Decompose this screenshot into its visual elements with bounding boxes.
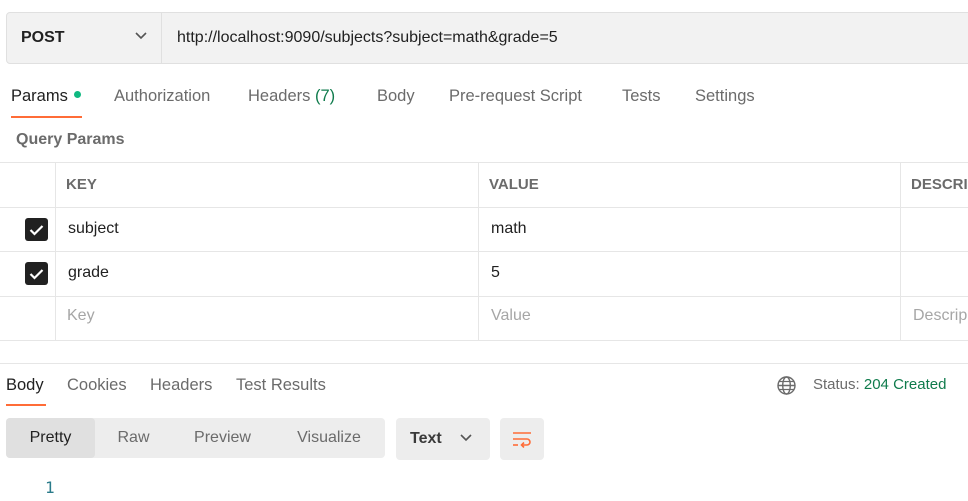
wrap-lines-icon bbox=[513, 432, 531, 448]
format-select[interactable]: Text bbox=[396, 418, 490, 460]
tab-settings[interactable]: Settings bbox=[695, 87, 755, 106]
param-key[interactable]: grade bbox=[68, 264, 109, 282]
new-description-input[interactable]: Descrip bbox=[913, 307, 967, 325]
line-number: 1 bbox=[45, 478, 55, 497]
table-border bbox=[0, 162, 968, 163]
table-border bbox=[478, 162, 479, 340]
check-icon bbox=[29, 224, 44, 236]
table-border bbox=[55, 162, 56, 340]
view-preview-button[interactable]: Preview bbox=[172, 418, 273, 458]
view-pretty-button[interactable]: Pretty bbox=[6, 418, 95, 458]
param-value[interactable]: 5 bbox=[491, 264, 500, 282]
response-tab-test-results[interactable]: Test Results bbox=[236, 376, 326, 395]
request-bar: POST http://localhost:9090/subjects?subj… bbox=[6, 12, 968, 64]
method-label: POST bbox=[21, 29, 65, 46]
tab-prerequest-script[interactable]: Pre-request Script bbox=[449, 87, 582, 106]
table-border bbox=[900, 162, 901, 340]
column-header-value: VALUE bbox=[489, 176, 539, 193]
format-label: Text bbox=[410, 430, 442, 447]
tab-params[interactable]: Params bbox=[11, 87, 81, 106]
column-header-key: KEY bbox=[66, 176, 97, 193]
view-visualize-button[interactable]: Visualize bbox=[273, 418, 385, 458]
new-value-input[interactable]: Value bbox=[491, 307, 531, 325]
chevron-down-icon bbox=[460, 434, 472, 442]
new-key-input[interactable]: Key bbox=[67, 307, 95, 325]
table-border bbox=[0, 251, 968, 252]
wrap-lines-button[interactable] bbox=[500, 418, 544, 460]
table-border bbox=[0, 207, 968, 208]
response-tab-underline bbox=[6, 404, 46, 406]
method-select[interactable]: POST bbox=[7, 13, 162, 63]
table-border bbox=[0, 296, 968, 297]
check-icon bbox=[29, 268, 44, 280]
column-header-description: DESCRI bbox=[911, 176, 968, 193]
params-indicator-dot bbox=[73, 91, 81, 99]
tab-headers-label: Headers bbox=[248, 87, 311, 105]
param-value[interactable]: math bbox=[491, 220, 527, 238]
view-mode-control: Pretty Raw Preview Visualize bbox=[6, 418, 385, 458]
tab-tests[interactable]: Tests bbox=[622, 87, 661, 106]
tab-params-label: Params bbox=[11, 87, 68, 105]
query-params-title: Query Params bbox=[16, 131, 125, 148]
chevron-down-icon bbox=[135, 32, 147, 40]
tab-active-underline bbox=[11, 116, 82, 118]
status-label: Status: bbox=[813, 376, 860, 393]
tab-headers[interactable]: Headers (7) bbox=[248, 87, 335, 106]
status-code[interactable]: 204 Created bbox=[864, 376, 947, 393]
tab-authorization[interactable]: Authorization bbox=[114, 87, 210, 106]
view-raw-button[interactable]: Raw bbox=[95, 418, 172, 458]
response-tab-cookies[interactable]: Cookies bbox=[67, 376, 127, 395]
row-checkbox[interactable] bbox=[25, 262, 48, 285]
response-tab-body[interactable]: Body bbox=[6, 376, 44, 395]
row-checkbox[interactable] bbox=[25, 218, 48, 241]
response-tab-headers[interactable]: Headers bbox=[150, 376, 212, 395]
headers-count: (7) bbox=[314, 87, 336, 105]
table-border bbox=[0, 340, 968, 341]
response-divider bbox=[0, 363, 968, 364]
tab-body[interactable]: Body bbox=[377, 87, 415, 106]
url-input[interactable]: http://localhost:9090/subjects?subject=m… bbox=[177, 13, 558, 63]
response-status: Status: 204 Created bbox=[813, 376, 946, 393]
globe-icon[interactable] bbox=[776, 375, 797, 396]
param-key[interactable]: subject bbox=[68, 220, 119, 238]
